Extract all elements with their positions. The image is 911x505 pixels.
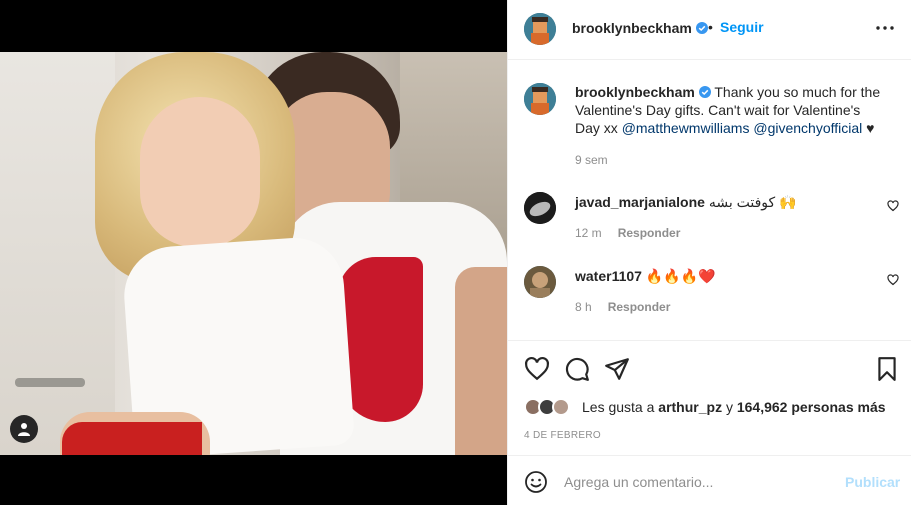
caption-time[interactable]: 9 sem (575, 153, 608, 167)
comment-time[interactable]: 12 m (575, 226, 602, 240)
avatar[interactable] (524, 266, 556, 298)
likes-count[interactable]: 164,962 personas más (737, 399, 886, 415)
save-icon[interactable] (874, 356, 900, 382)
reply-button[interactable]: Responder (618, 226, 681, 240)
comments-section: brooklynbeckham Thank you so much for th… (508, 60, 911, 340)
more-icon[interactable] (874, 21, 896, 35)
emoji-icon[interactable] (524, 470, 548, 494)
avatar[interactable] (524, 13, 556, 45)
header-username-wrap[interactable]: brooklynbeckham (572, 20, 708, 36)
user-tag-button[interactable] (10, 415, 38, 443)
heart-icon[interactable] (887, 274, 899, 286)
likes-prefix: Les gusta a (582, 399, 659, 415)
comment-text: javad_marjanialone کوفتت بشه 🙌 (575, 193, 885, 211)
comment-body: 🔥🔥🔥❤️ (645, 268, 716, 284)
photo-red-waistband (62, 422, 202, 455)
comment-icon[interactable] (564, 356, 590, 382)
header-separator: • (708, 19, 713, 35)
photo-bg-door (0, 52, 115, 455)
likes-middle: y (722, 399, 737, 415)
post-photo[interactable] (0, 52, 507, 455)
mention-link[interactable]: @matthewmwilliams (622, 120, 750, 136)
comment-username[interactable]: javad_marjanialone (575, 194, 705, 210)
post-header: brooklynbeckham • Seguir (508, 0, 911, 60)
caption-text: brooklynbeckham Thank you so much for th… (575, 83, 885, 137)
comment-body: کوفتت بشه 🙌 (708, 194, 797, 210)
avatar (552, 398, 570, 416)
follow-button[interactable]: Seguir (720, 19, 764, 35)
verified-icon (698, 86, 711, 98)
post-media (0, 0, 507, 505)
comment-meta: 8 h Responder (575, 300, 670, 314)
comment-input[interactable] (564, 469, 834, 495)
share-icon[interactable] (604, 356, 630, 382)
mention-link[interactable]: @givenchyofficial (753, 120, 862, 136)
avatar[interactable] (524, 83, 556, 115)
caption-username[interactable]: brooklynbeckham (575, 84, 695, 100)
photo-door-handle (15, 378, 85, 387)
avatar[interactable] (524, 192, 556, 224)
comment-time[interactable]: 8 h (575, 300, 592, 314)
user-tag-icon (18, 423, 30, 436)
comment-composer: Publicar (508, 455, 911, 505)
photo-man-arm (455, 267, 507, 455)
photo-woman-face (140, 97, 260, 247)
post-actions: Les gusta a arthur_pz y 164,962 personas… (508, 340, 911, 455)
publish-button[interactable]: Publicar (845, 474, 900, 490)
likes-text: Les gusta a arthur_pz y 164,962 personas… (582, 399, 886, 415)
header-username[interactable]: brooklynbeckham (572, 20, 692, 36)
reply-button[interactable]: Responder (608, 300, 671, 314)
comment-text: water1107 🔥🔥🔥❤️ (575, 267, 885, 285)
caption-end: ♥ (862, 120, 875, 136)
likes-user[interactable]: arthur_pz (658, 399, 722, 415)
post-date[interactable]: 4 DE FEBRERO (524, 430, 601, 441)
comment-meta: 12 m Responder (575, 226, 680, 240)
verified-icon (695, 22, 708, 34)
post-sidebar: brooklynbeckham • Seguir brooklynbeckham… (507, 0, 911, 505)
heart-icon[interactable] (524, 356, 550, 382)
heart-icon[interactable] (887, 200, 899, 212)
likes-row: Les gusta a arthur_pz y 164,962 personas… (524, 397, 904, 417)
comment-username[interactable]: water1107 (575, 268, 642, 284)
